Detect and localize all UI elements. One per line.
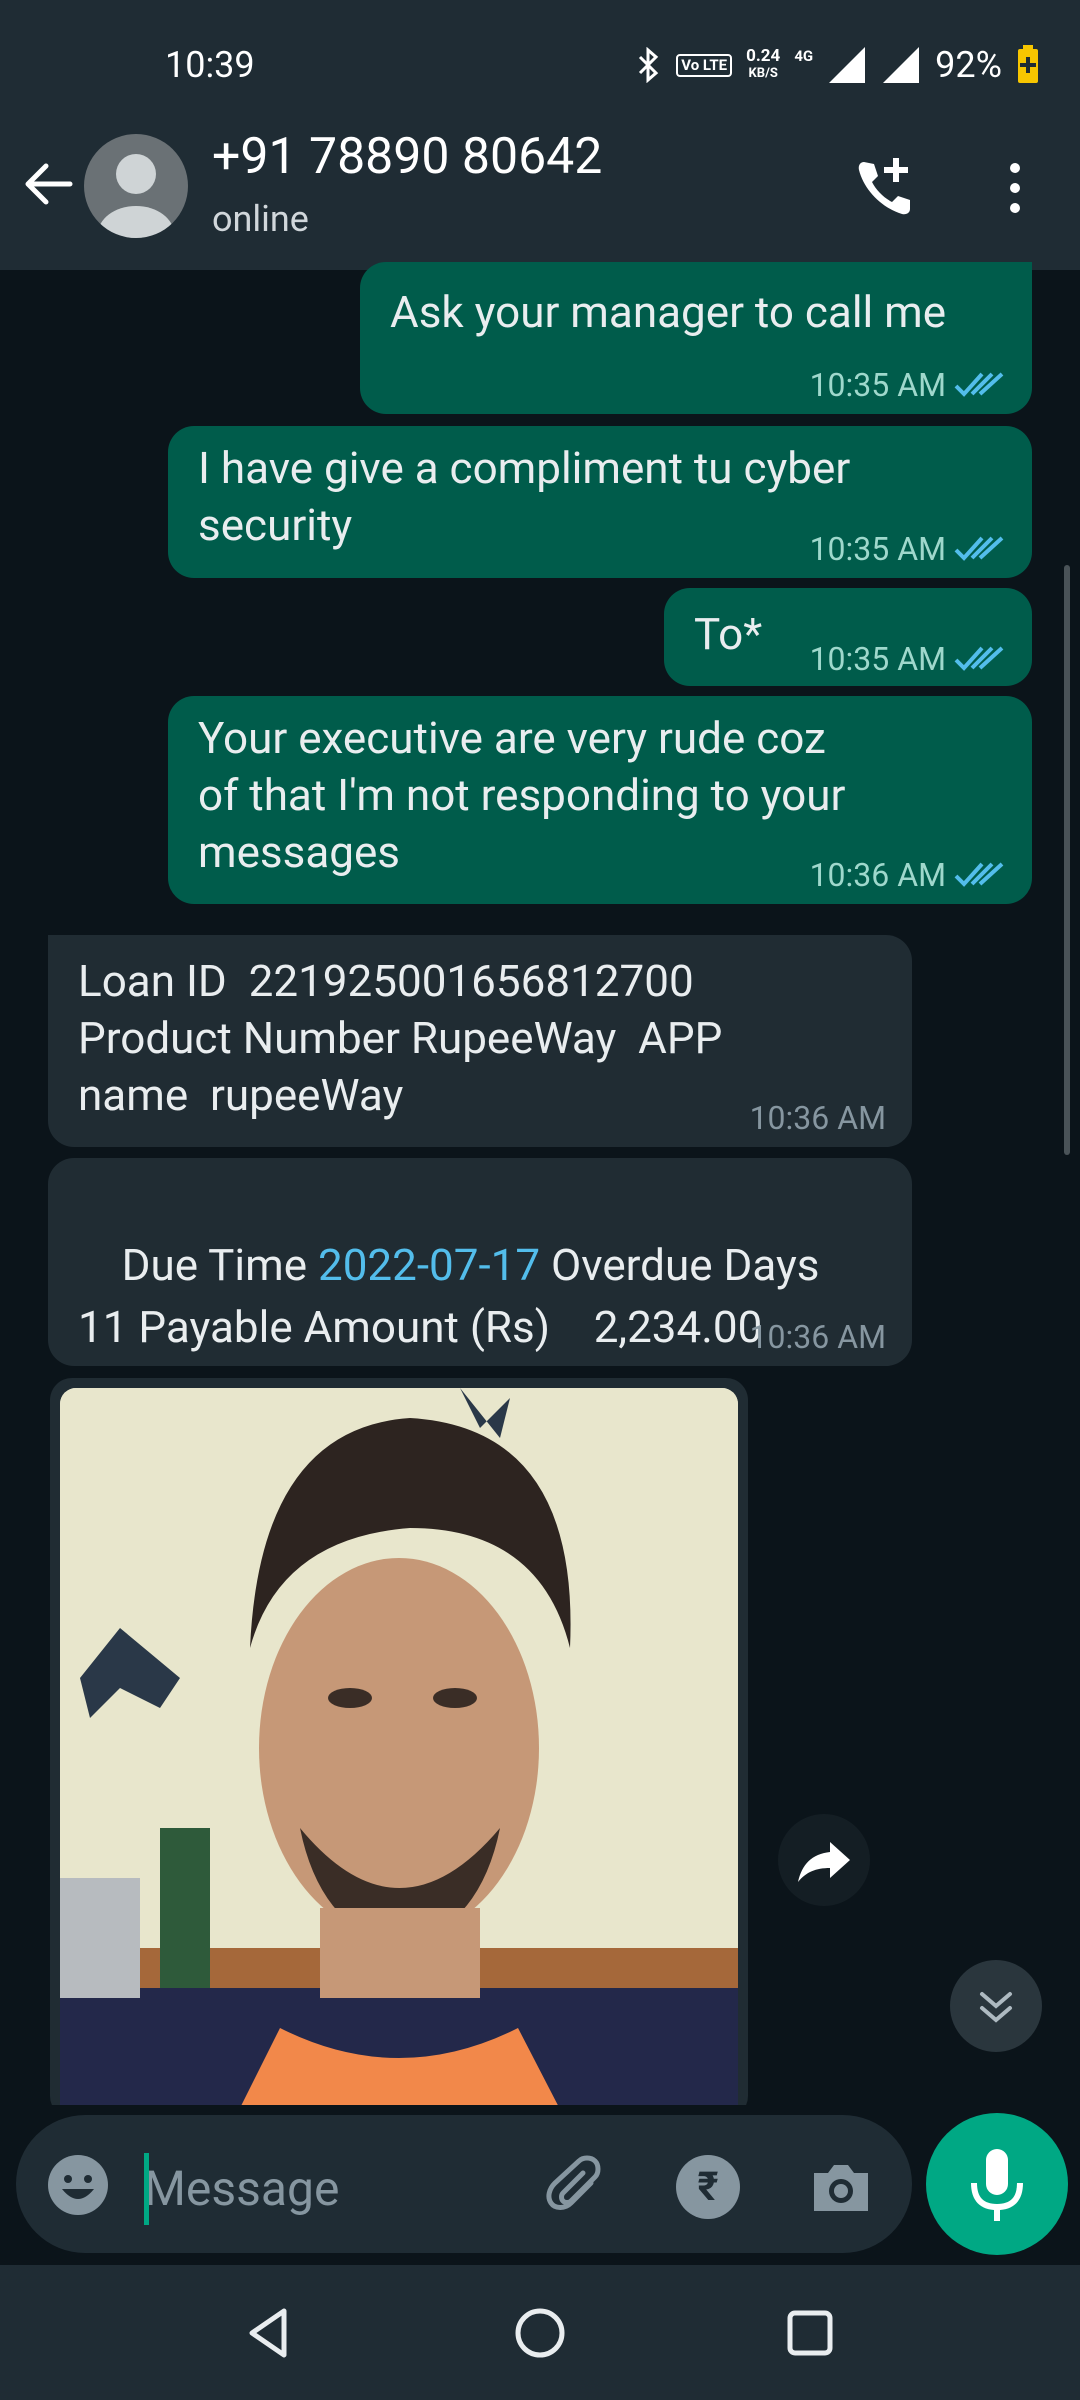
message-meta: 10:35 AM bbox=[810, 366, 1006, 404]
network-type: 4G bbox=[794, 47, 814, 65]
input-bar: Message ₹ bbox=[0, 2105, 1080, 2265]
status-bar: 10:39 Vo LTE 0.24 KB/S 4G 92% bbox=[0, 0, 1080, 130]
bluetooth-icon bbox=[639, 47, 659, 83]
message-text: I have give a compliment tu cyber securi… bbox=[198, 442, 851, 551]
scrollbar[interactable] bbox=[1064, 565, 1070, 1155]
double-chevron-down-icon bbox=[980, 1992, 1012, 2023]
message-outgoing[interactable]: Ask your manager to call me 10:35 AM bbox=[360, 262, 1032, 414]
network-speed-unit: KB/S bbox=[748, 66, 778, 81]
signal-icon bbox=[829, 47, 866, 83]
forward-icon bbox=[798, 1842, 850, 1882]
message-time: 10:35 AM bbox=[809, 640, 946, 678]
volte-icon: Vo LTE bbox=[676, 53, 733, 77]
nav-back-icon[interactable] bbox=[240, 2303, 300, 2363]
payment-icon[interactable]: ₹ bbox=[676, 2155, 740, 2219]
avatar[interactable] bbox=[84, 134, 188, 238]
status-icons: Vo LTE 0.24 KB/S 4G 92% bbox=[636, 44, 1040, 86]
forward-button[interactable] bbox=[778, 1814, 870, 1906]
battery-percentage: 92% bbox=[935, 44, 1002, 86]
image-message[interactable] bbox=[50, 1378, 748, 2118]
camera-icon[interactable] bbox=[806, 2153, 876, 2223]
message-text-prefix: Due Time bbox=[121, 1239, 318, 1291]
nav-recent-apps-icon[interactable] bbox=[780, 2303, 840, 2363]
microphone-icon bbox=[971, 2149, 1023, 2221]
message-time: 10:36 AM bbox=[809, 856, 946, 894]
contact-status: online bbox=[212, 198, 309, 240]
network-speed: 0.24 KB/S bbox=[746, 47, 780, 83]
navigation-bar bbox=[0, 2265, 1080, 2400]
more-options-icon[interactable] bbox=[1000, 158, 1030, 218]
date-link[interactable]: 2022-07-17 bbox=[318, 1239, 540, 1291]
emoji-icon[interactable] bbox=[46, 2153, 110, 2217]
message-incoming[interactable]: Due Time 2022-07-17 Overdue Days 11 Paya… bbox=[48, 1158, 912, 1366]
read-ticks-icon bbox=[954, 372, 1004, 397]
message-time: 10:35 AM bbox=[809, 366, 946, 404]
nav-home-icon[interactable] bbox=[510, 2303, 570, 2363]
message-text: To* bbox=[694, 608, 763, 660]
attach-icon[interactable] bbox=[541, 2153, 611, 2223]
message-text: Ask your manager to call me bbox=[390, 286, 947, 338]
message-text: Loan ID 221925001656812700 Product Numbe… bbox=[78, 955, 723, 1121]
voice-message-button[interactable] bbox=[926, 2113, 1068, 2255]
message-incoming[interactable]: Loan ID 221925001656812700 Product Numbe… bbox=[48, 935, 912, 1147]
message-meta: 10:35 AM bbox=[810, 530, 1006, 568]
read-ticks-icon bbox=[954, 646, 1004, 671]
message-text: Your executive are very rude coz of that… bbox=[198, 712, 846, 878]
message-input[interactable]: Message bbox=[144, 2153, 339, 2225]
message-outgoing[interactable]: Your executive are very rude coz of that… bbox=[168, 696, 1032, 904]
contact-name[interactable]: +91 78890 80642 bbox=[212, 128, 602, 186]
signal-icon-2 bbox=[883, 47, 920, 83]
person-icon bbox=[98, 154, 174, 238]
scroll-to-bottom-button[interactable] bbox=[950, 1960, 1042, 2052]
selfie-image bbox=[60, 1388, 738, 2118]
message-time: 10:36 AM bbox=[749, 1099, 886, 1137]
text-cursor bbox=[144, 2153, 149, 2225]
battery-icon bbox=[1018, 45, 1038, 83]
read-ticks-icon bbox=[954, 862, 1004, 887]
message-meta: 10:35 AM bbox=[810, 640, 1006, 678]
back-arrow-icon[interactable] bbox=[18, 154, 78, 214]
status-time: 10:39 bbox=[165, 44, 255, 86]
message-input-container[interactable]: Message ₹ bbox=[16, 2115, 912, 2253]
message-meta: 10:36 AM bbox=[810, 856, 1006, 894]
message-outgoing[interactable]: To* 10:35 AM bbox=[664, 588, 1032, 686]
message-outgoing[interactable]: I have give a compliment tu cyber securi… bbox=[168, 426, 1032, 578]
message-time: 10:35 AM bbox=[809, 530, 946, 568]
network-speed-value: 0.24 bbox=[746, 46, 781, 66]
read-ticks-icon bbox=[954, 536, 1004, 561]
message-time: 10:36 AM bbox=[749, 1318, 886, 1356]
add-call-icon[interactable] bbox=[850, 152, 922, 224]
photo[interactable] bbox=[60, 1388, 738, 2118]
